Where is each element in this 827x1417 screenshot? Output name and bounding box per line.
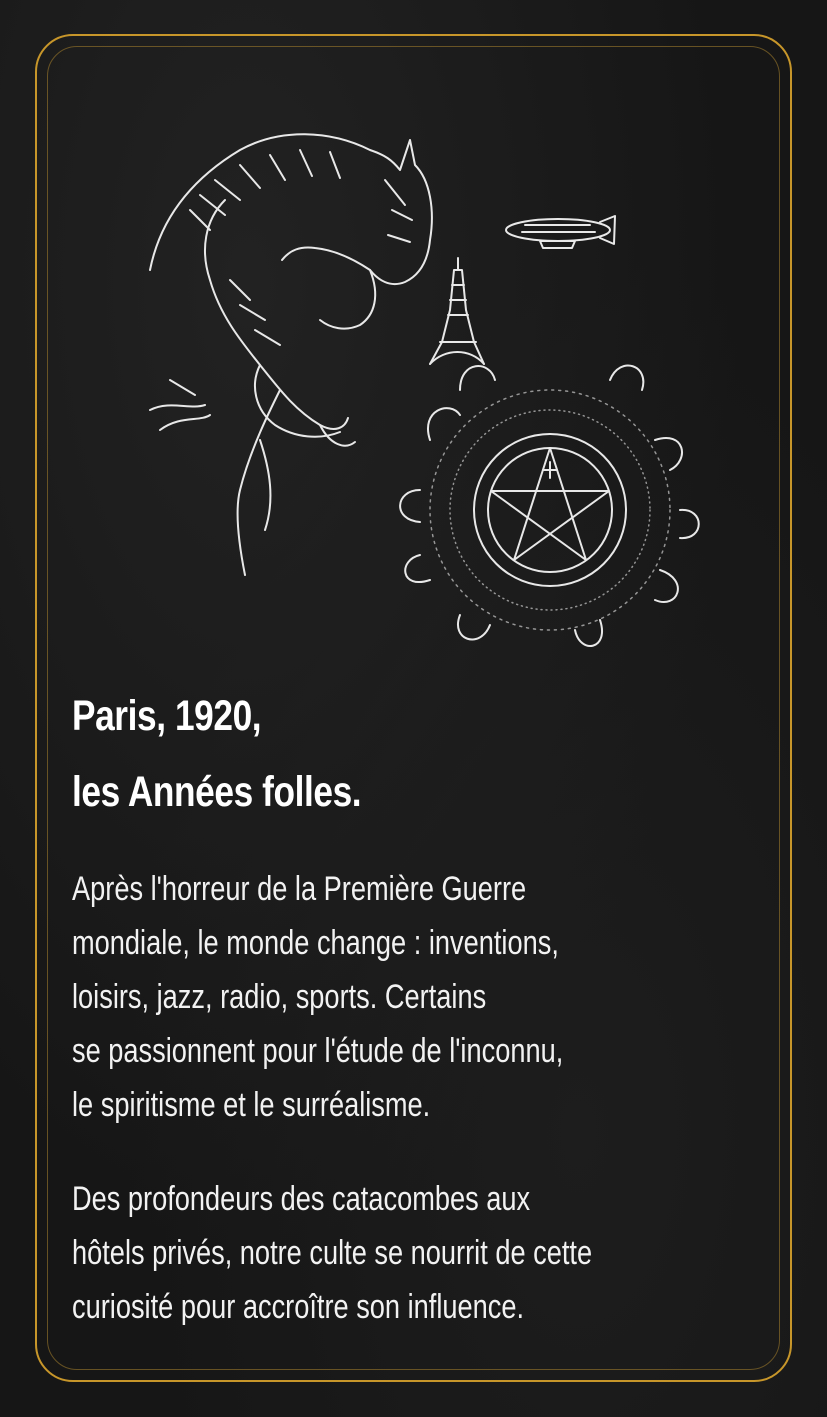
text-line: Des profondeurs des catacombes aux: [72, 1180, 531, 1218]
text-line: hôtels privés, notre culte se nourrit de…: [72, 1234, 593, 1272]
text-line: Après l'horreur de la Première Guerre: [72, 870, 527, 908]
eiffel-tower-icon: [429, 257, 485, 365]
headline-line: les Années folles.: [72, 768, 362, 816]
zeppelin-icon: [505, 215, 616, 249]
illustration: [130, 110, 710, 655]
text-line: le spiritisme et le surréalisme.: [72, 1086, 431, 1124]
headline-line: Paris, 1920,: [72, 692, 262, 740]
headline: Paris, 1920, les Années folles.: [72, 678, 630, 830]
gargoyle-icon: [149, 133, 433, 576]
paragraph-intro: Après l'horreur de la Première Guerre mo…: [72, 862, 728, 1132]
paragraph-cult: Des profondeurs des catacombes aux hôtel…: [72, 1172, 728, 1334]
text-line: curiosité pour accroître son influence.: [72, 1288, 525, 1326]
text-line: loisirs, jazz, radio, sports. Certains: [72, 978, 487, 1016]
text-line: se passionnent pour l'étude de l'inconnu…: [72, 1032, 564, 1070]
pentagram-icon: [399, 364, 700, 647]
text-line: mondiale, le monde change : inventions,: [72, 924, 559, 962]
